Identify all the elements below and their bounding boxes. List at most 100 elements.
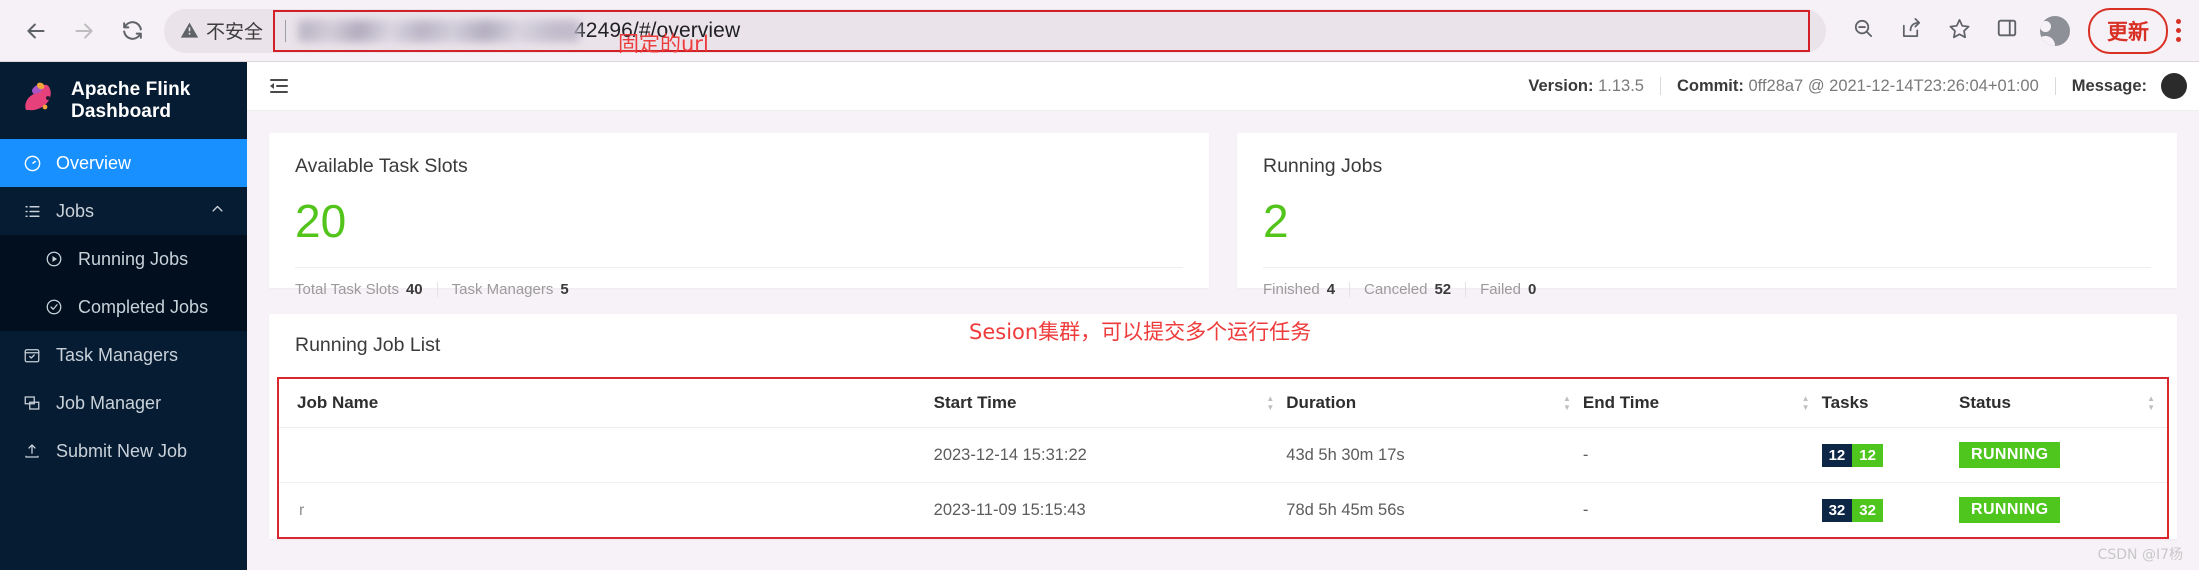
- column-start-time[interactable]: Start Time ▲ ▼: [933, 379, 1287, 428]
- card-footer: Total Task Slots 40 Task Managers 5: [295, 268, 1183, 298]
- commit-label: Commit:: [1676, 76, 1744, 95]
- sidebar-item-jobs[interactable]: Jobs: [0, 187, 247, 235]
- sidebar-item-job-manager[interactable]: Job Manager: [0, 379, 247, 427]
- watermark: CSDN @I7杨: [2097, 547, 2183, 563]
- side-panel-button[interactable]: [1984, 8, 2030, 54]
- sidebar-item-label: Submit New Job: [56, 440, 188, 461]
- meta-separator: [1659, 77, 1661, 95]
- total-task-slots-value: 40: [405, 281, 423, 298]
- sidebar-item-running-jobs[interactable]: Running Jobs: [0, 235, 247, 283]
- forward-arrow-icon: [71, 18, 97, 44]
- security-label: 不安全: [206, 22, 264, 43]
- cell-job-name[interactable]: r: [279, 483, 934, 538]
- menu-fold-icon[interactable]: [267, 73, 293, 99]
- column-job-name[interactable]: Job Name: [279, 379, 934, 428]
- zoom-out-button[interactable]: [1840, 8, 1886, 54]
- security-indicator[interactable]: 不安全: [180, 17, 263, 44]
- footer-separator: [1349, 282, 1351, 297]
- running-job-list-panel: Running Job List Sesion集群，可以提交多个运行任务 Job…: [269, 314, 2177, 539]
- profile-button[interactable]: [2032, 8, 2078, 54]
- stat-cards-row: Available Task Slots 20 Total Task Slots…: [269, 133, 2177, 298]
- running-job-table: Job Name Start Time ▲ ▼ Duration ▲ ▼ End…: [279, 379, 2167, 537]
- card-value: 2: [1263, 195, 1289, 247]
- play-circle-icon: [44, 249, 64, 269]
- column-status[interactable]: Status ▲ ▼: [1959, 379, 2167, 428]
- dashboard-icon: [22, 153, 42, 173]
- tasks-total-badge: 12: [1821, 443, 1853, 467]
- cell-tasks: 32 32: [1821, 483, 1959, 538]
- column-label: End Time: [1582, 393, 1660, 412]
- share-icon: [1900, 17, 1923, 45]
- sidebar-item-label: Overview: [56, 152, 132, 173]
- topbar-meta: Version: 1.13.5 Commit: 0ff28a7 @ 2021-1…: [1528, 73, 2187, 99]
- status-badge: RUNNING: [1959, 442, 2061, 468]
- column-tasks[interactable]: Tasks: [1821, 379, 1959, 428]
- sidebar-item-label: Running Jobs: [78, 248, 189, 269]
- column-duration[interactable]: Duration ▲ ▼: [1286, 379, 1583, 428]
- share-button[interactable]: [1888, 8, 1934, 54]
- sort-toggle-icon[interactable]: ▲ ▼: [1563, 395, 1571, 412]
- sidebar-item-task-managers[interactable]: Task Managers: [0, 331, 247, 379]
- url-divider: [285, 19, 287, 42]
- star-icon: [1948, 17, 1971, 45]
- failed-value: 0: [1527, 281, 1537, 298]
- cell-duration: 43d 5h 30m 17s: [1286, 427, 1583, 483]
- annotation-session-cluster: Sesion集群，可以提交多个运行任务: [969, 320, 1312, 344]
- table-row[interactable]: r 2023-11-09 15:15:43 78d 5h 45m 56s - 3…: [279, 483, 2167, 538]
- sidebar-item-label: Task Managers: [56, 344, 179, 365]
- footer-separator: [436, 282, 438, 297]
- sidebar-item-label: Completed Jobs: [78, 296, 209, 317]
- card-footer: Finished 4 Canceled 52 Failed 0: [1263, 268, 2151, 298]
- message-indicator[interactable]: [2161, 73, 2187, 99]
- cell-status: RUNNING: [1959, 427, 2167, 483]
- finished-value: 4: [1326, 281, 1336, 298]
- server-icon: [22, 393, 42, 413]
- sidebar-jobs-submenu: Running Jobs Completed Jobs: [0, 235, 247, 331]
- sidebar-item-overview[interactable]: Overview: [0, 139, 247, 187]
- brand: Apache Flink Dashboard: [0, 62, 247, 139]
- reload-icon: [120, 18, 145, 43]
- zoom-out-icon: [1852, 17, 1875, 45]
- running-jobs-card: Running Jobs 2 Finished 4 Canceled 52 Fa…: [1237, 133, 2177, 298]
- total-task-slots-label: Total Task Slots: [295, 281, 399, 298]
- reload-button[interactable]: [110, 9, 154, 53]
- cell-job-name[interactable]: [279, 427, 934, 483]
- tasks-badge-group: 32 32: [1821, 498, 1883, 522]
- sort-toggle-icon[interactable]: ▲ ▼: [1266, 395, 1274, 412]
- version-label: Version:: [1528, 76, 1594, 95]
- back-button[interactable]: [14, 9, 58, 53]
- annotation-url: 固定的url: [618, 32, 709, 56]
- finished-label: Finished: [1263, 281, 1320, 298]
- update-button[interactable]: 更新: [2088, 7, 2168, 54]
- app-topbar: Version: 1.13.5 Commit: 0ff28a7 @ 2021-1…: [247, 62, 2199, 111]
- task-managers-label: Task Managers: [451, 281, 554, 298]
- table-row[interactable]: 2023-12-14 15:31:22 43d 5h 30m 17s - 12 …: [279, 427, 2167, 483]
- chevron-up-icon: [210, 201, 225, 222]
- column-label: Tasks: [1821, 393, 1869, 412]
- url-redacted-region: [298, 19, 581, 42]
- sidebar-item-submit-new-job[interactable]: Submit New Job: [0, 427, 247, 475]
- address-bar[interactable]: 不安全 42496/#/overview: [164, 8, 1826, 53]
- cell-start-time: 2023-12-14 15:31:22: [933, 427, 1287, 483]
- check-circle-icon: [44, 297, 64, 317]
- sort-toggle-icon[interactable]: ▲ ▼: [2147, 395, 2155, 412]
- flink-dashboard: Apache Flink Dashboard Overview Jobs Run…: [0, 62, 2199, 570]
- available-task-slots-card: Available Task Slots 20 Total Task Slots…: [269, 133, 1209, 298]
- tasks-running-badge: 12: [1852, 443, 1883, 467]
- meta-separator: [2054, 77, 2056, 95]
- sidebar-item-completed-jobs[interactable]: Completed Jobs: [0, 283, 247, 331]
- chrome-menu-button[interactable]: [2170, 19, 2193, 42]
- browser-toolbar-icons: 更新: [1840, 7, 2199, 54]
- table-header: Job Name Start Time ▲ ▼ Duration ▲ ▼ End…: [279, 379, 2167, 428]
- sidebar-item-label: Jobs: [56, 200, 95, 221]
- sidebar-item-label: Job Manager: [56, 392, 162, 413]
- column-end-time[interactable]: End Time ▲ ▼: [1582, 379, 1822, 428]
- cell-tasks: 12 12: [1821, 427, 1959, 483]
- sort-toggle-icon[interactable]: ▲ ▼: [1802, 395, 1810, 412]
- table-header-row: Job Name Start Time ▲ ▼ Duration ▲ ▼ End…: [279, 379, 2167, 428]
- bookmark-button[interactable]: [1936, 8, 1982, 54]
- upload-icon: [22, 441, 42, 461]
- failed-label: Failed: [1480, 281, 1521, 298]
- tasks-badge-group: 12 12: [1821, 443, 1883, 467]
- forward-button[interactable]: [62, 9, 106, 53]
